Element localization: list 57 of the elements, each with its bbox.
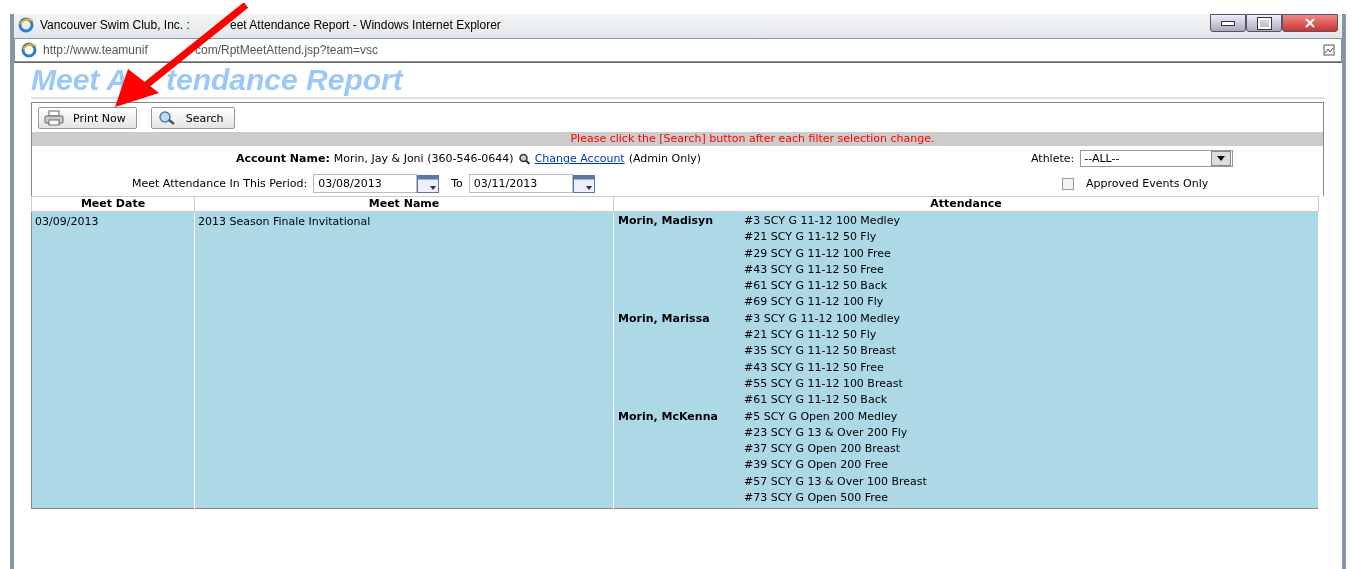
event-entry: #37 SCY G Open 200 Breast [744,441,902,458]
minimize-button[interactable] [1210,14,1246,32]
event-entry: #69 SCY G 11-12 100 Fly [744,294,885,311]
event-entry: #73 SCY G Open 500 Free [744,490,890,507]
printer-icon [43,110,65,126]
to-label: To [451,177,463,190]
account-value: Morin, Jay & Joni (360-546-0644) [333,152,514,165]
table-cell: 2013 Season Finale Invitational [194,211,614,509]
event-entry: #21 SCY G 11-12 50 Fly [744,229,878,246]
period-label: Meet Attendance In This Period: [132,177,308,190]
event-entry: #55 SCY G 11-12 100 Breast [744,375,903,392]
calendar-icon[interactable] [417,174,440,193]
address-bar[interactable]: http://www.teamunif com/RptMeetAttend.jsp?team=vsc [14,38,1342,62]
change-account-link[interactable]: Change Account [534,152,625,165]
event-entry: #5 SCY G Open 200 Medley [744,408,899,425]
event-entry: #43 SCY G 11-12 50 Free [744,359,885,376]
calendar-icon[interactable] [572,174,595,193]
print-button[interactable]: Print Now [38,107,137,129]
event-entry: #35 SCY G 11-12 50 Breast [744,343,897,360]
picture-frame-icon [1323,44,1335,56]
from-date-field[interactable]: 03/08/2013 [313,174,418,193]
event-entry: #29 SCY G 11-12 100 Free [744,245,892,262]
search-icon [517,152,531,165]
account-label: Account Name: [236,152,330,165]
maximize-button[interactable] [1246,14,1282,32]
column-header: Attendance [613,196,1319,212]
event-entry: #3 SCY G 11-12 100 Medley [744,310,901,327]
athlete-name: Morin, Madisyn [618,213,715,229]
athlete-name: Morin, McKenna [618,408,719,425]
approved-checkbox[interactable] [1062,177,1074,190]
browser-logo-icon [21,42,37,58]
column-header: Meet Date [31,196,195,212]
page-title: tendance Report [166,63,403,97]
table-cell: 03/09/2013 [31,211,195,509]
event-entry: #43 SCY G 11-12 50 Free [744,261,885,278]
event-entry: #61 SCY G 11-12 50 Back [744,392,889,409]
close-button[interactable] [1282,14,1338,32]
window-title: Vancouver Swim Club, Inc. : [40,18,191,32]
close-icon [1304,18,1316,28]
athlete-dropdown[interactable]: --ALL-- [1080,150,1234,167]
athlete-name: Morin, Marissa [618,310,711,327]
event-entry: #23 SCY G 13 & Over 200 Fly [744,424,909,441]
athlete-label: Athlete: [1031,152,1075,165]
notice-text: Please click the [Search] button after each filter selection change. [570,132,935,145]
event-entry: #21 SCY G 11-12 50 Fly [744,327,878,344]
event-entry: #61 SCY G 11-12 50 Back [744,278,889,295]
approved-label: Approved Events Only [1086,177,1209,190]
admin-note: (Admin Only) [628,152,702,165]
column-header: Meet Name [194,196,614,212]
window-title: eet Attendance Report - Windows Internet Explorer [230,18,501,32]
event-entry: #57 SCY G 13 & Over 100 Breast [744,473,927,490]
browser-logo-icon [18,17,34,33]
caret-icon [1217,156,1226,161]
search-button[interactable]: Search [150,107,235,129]
to-date-field[interactable]: 03/11/2013 [468,174,573,193]
event-entry: #39 SCY G Open 200 Free [744,457,890,474]
event-entry: #3 SCY G 11-12 100 Medley [744,213,900,229]
